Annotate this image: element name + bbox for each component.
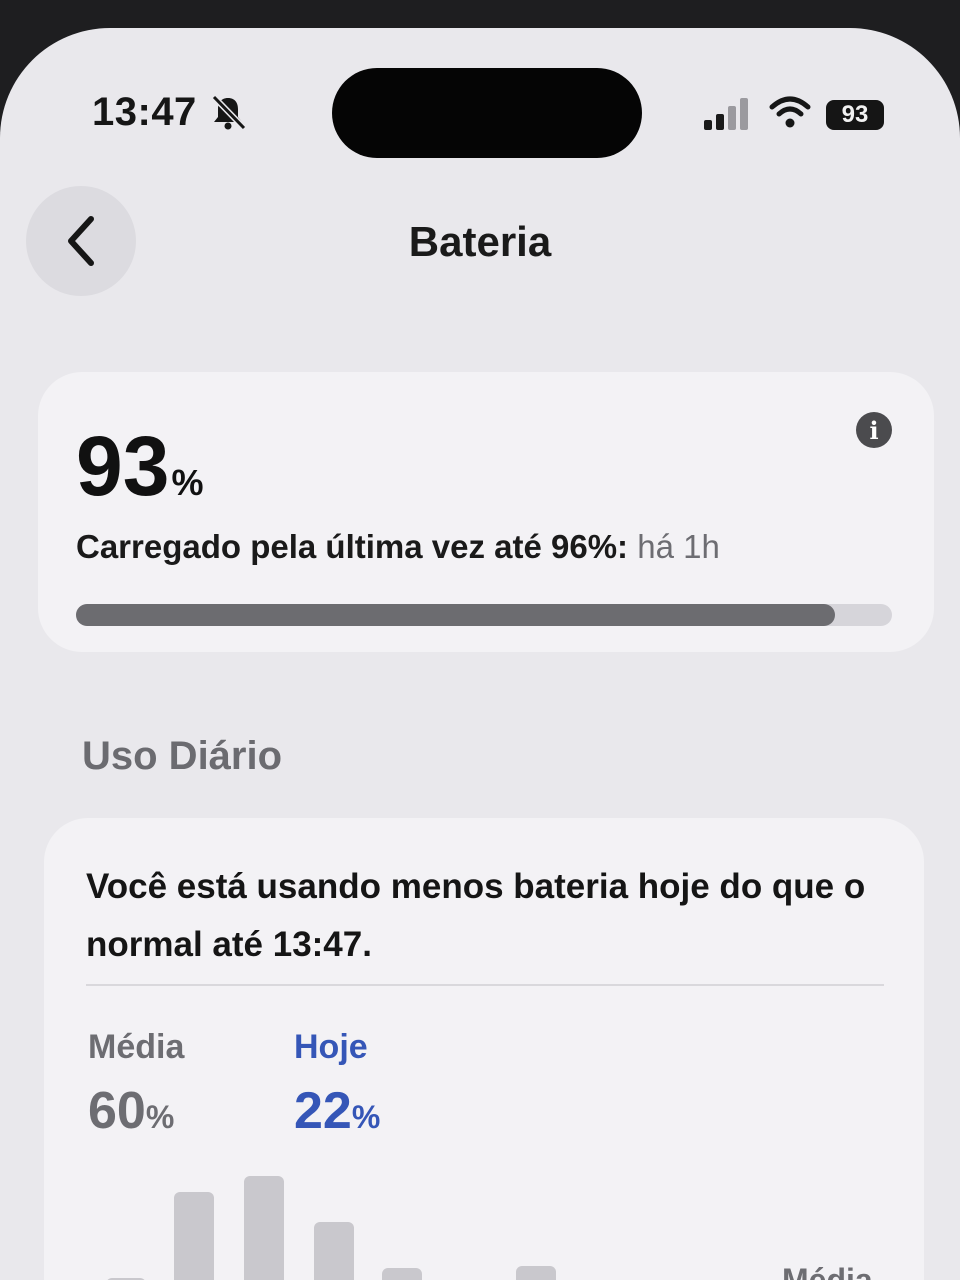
info-icon[interactable]: i <box>856 412 892 448</box>
daily-usage-card[interactable]: Você está usando menos bateria hoje do q… <box>44 818 924 1280</box>
today-value-unit: % <box>351 1099 381 1135</box>
average-value-unit: % <box>145 1099 175 1135</box>
page-title: Bateria <box>408 218 552 265</box>
today-label: Hoje <box>294 1028 368 1066</box>
battery-progress-fill <box>76 604 835 626</box>
cellular-signal-icon <box>704 98 748 130</box>
usage-bar <box>244 1176 284 1280</box>
last-charge-text: Carregado pela última vez até 96%: há 1h <box>76 528 720 566</box>
chart-average-tag: Média <box>782 1262 873 1280</box>
today-value-number: 22 <box>294 1082 352 1140</box>
battery-percentage-value: 93 <box>76 419 170 513</box>
usage-bar <box>314 1222 354 1280</box>
bell-slash-icon <box>211 94 247 131</box>
usage-bar <box>382 1268 422 1280</box>
dynamic-island <box>332 68 642 158</box>
average-label: Média <box>88 1028 185 1066</box>
usage-bar <box>174 1192 214 1280</box>
daily-usage-heading: Uso Diário <box>82 734 283 778</box>
battery-progress-bar <box>76 604 892 626</box>
today-value: 22% <box>294 1080 380 1142</box>
battery-level-card: 93% i Carregado pela última vez até 96%:… <box>38 372 934 652</box>
phone-screen: 13:47 93 Bateria 93% i Carregado pela úl… <box>0 28 960 1280</box>
battery-percentage: 93% <box>76 424 203 508</box>
usage-bar <box>516 1266 556 1280</box>
last-charge-label: Carregado pela última vez até 96%: <box>76 528 629 565</box>
last-charge-ago: há 1h <box>637 528 720 565</box>
status-time: 13:47 <box>92 90 197 134</box>
divider <box>86 984 884 986</box>
usage-message: Você está usando menos bateria hoje do q… <box>86 867 866 964</box>
battery-level-badge: 93 <box>826 100 884 130</box>
battery-percentage-unit: % <box>171 462 204 503</box>
average-value: 60% <box>88 1080 174 1142</box>
wifi-icon <box>769 96 811 128</box>
average-value-number: 60 <box>88 1082 146 1140</box>
